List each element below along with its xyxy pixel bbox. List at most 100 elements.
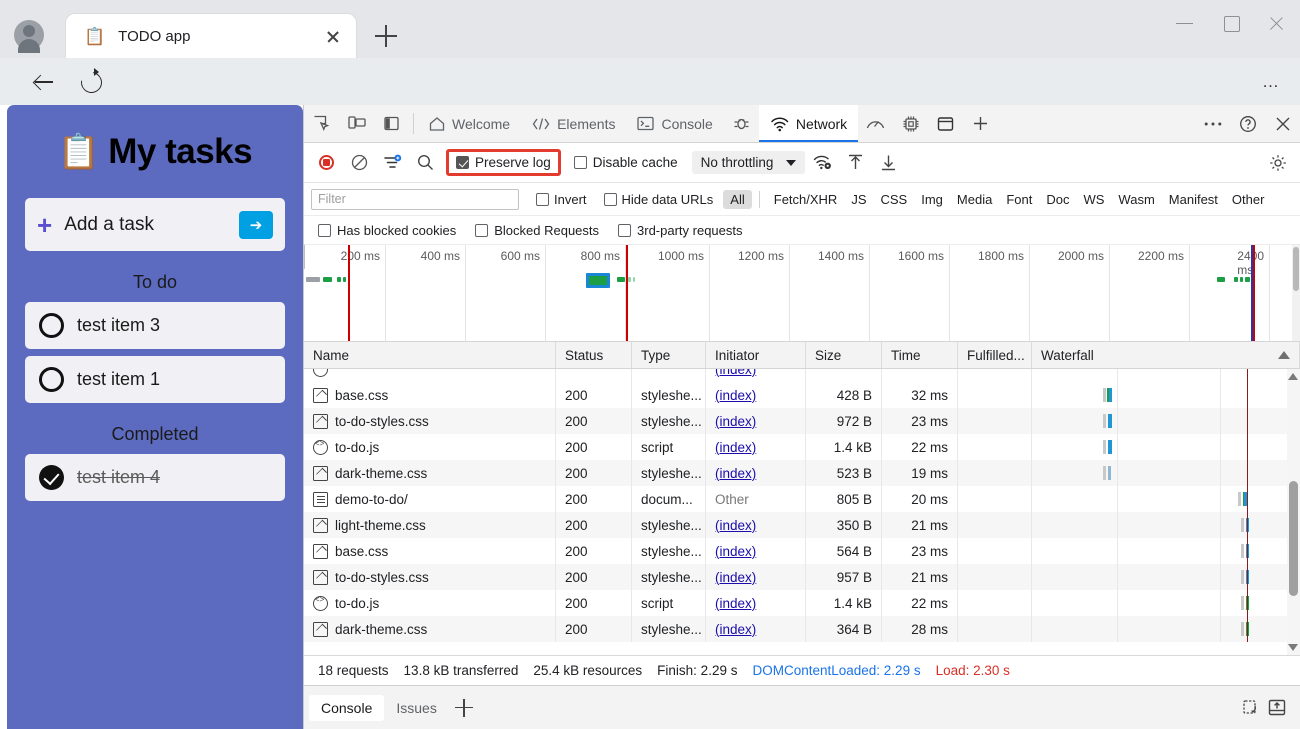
type-filter-css[interactable]: CSS	[874, 190, 915, 209]
type-filter-font[interactable]: Font	[999, 190, 1039, 209]
request-initiator[interactable]: (index)	[715, 440, 756, 455]
preserve-log-checkbox[interactable]: Preserve log	[446, 149, 561, 176]
request-initiator[interactable]: (index)	[715, 596, 756, 611]
more-tools-icon[interactable]	[1195, 121, 1230, 127]
filter-icon[interactable]	[377, 148, 408, 178]
record-icon[interactable]	[311, 148, 342, 178]
column-header-fulfilled[interactable]: Fulfilled...	[958, 342, 1032, 368]
table-row[interactable]: dark-theme.css 200 styleshe... (index) 5…	[304, 460, 1300, 486]
add-task-submit-button[interactable]: ➔	[239, 210, 273, 239]
memory-icon[interactable]	[893, 105, 928, 142]
export-har-icon[interactable]	[873, 148, 904, 178]
issues-bug-icon[interactable]	[724, 105, 759, 142]
scrollbar-thumb[interactable]	[1289, 481, 1298, 596]
table-row[interactable]: to-do.js 200 script (index) 1.4 kB 22 ms	[304, 590, 1300, 616]
browser-tab[interactable]: 📋 TODO app	[66, 14, 356, 58]
table-row[interactable]: to-do-styles.css 200 styleshe... (index)…	[304, 408, 1300, 434]
list-item[interactable]: test item 1	[25, 356, 285, 403]
column-header-size[interactable]: Size	[806, 342, 882, 368]
checkbox-icon[interactable]	[618, 223, 632, 237]
application-icon[interactable]	[928, 105, 963, 142]
checkbox-icon[interactable]	[573, 156, 587, 169]
dock-side-icon[interactable]	[374, 105, 409, 142]
table-body[interactable]: (index) base.c	[304, 369, 1300, 655]
add-task-field[interactable]: + Add a task ➔	[25, 198, 285, 251]
import-har-icon[interactable]	[840, 148, 871, 178]
column-header-waterfall[interactable]: Waterfall	[1032, 342, 1300, 368]
tab-elements[interactable]: Elements	[521, 105, 626, 142]
type-filter-ws[interactable]: WS	[1076, 190, 1111, 209]
type-filter-all[interactable]: All	[723, 189, 752, 209]
third-party-requests-checkbox[interactable]: 3rd-party requests	[618, 223, 743, 238]
table-row[interactable]: to-do.js 200 script (index) 1.4 kB 22 ms	[304, 434, 1300, 460]
request-initiator[interactable]: (index)	[715, 622, 756, 637]
new-tab-button[interactable]	[372, 22, 400, 50]
type-filter-doc[interactable]: Doc	[1039, 190, 1076, 209]
checkbox-icon[interactable]	[318, 223, 331, 237]
overview-scrollbar[interactable]	[1292, 245, 1300, 341]
drawer-tab-issues[interactable]: Issues	[384, 695, 448, 721]
type-filter-fetch-xhr[interactable]: Fetch/XHR	[767, 190, 845, 209]
add-panel-button[interactable]	[963, 105, 998, 142]
checkbox-icon[interactable]	[456, 156, 469, 169]
checkbox-icon[interactable]	[475, 223, 489, 237]
tab-network[interactable]: Network	[758, 105, 859, 142]
column-header-status[interactable]: Status	[556, 342, 632, 368]
table-row[interactable]: dark-theme.css 200 styleshe... (index) 3…	[304, 616, 1300, 642]
request-initiator[interactable]: (index)	[715, 466, 756, 481]
network-conditions-icon[interactable]	[807, 148, 838, 178]
scroll-up-icon[interactable]	[1288, 371, 1299, 382]
maximize-icon[interactable]	[1208, 0, 1254, 46]
performance-icon[interactable]	[858, 105, 893, 142]
request-initiator[interactable]: (index)	[715, 544, 756, 559]
list-item[interactable]: test item 4	[25, 454, 285, 501]
checkmark-icon[interactable]	[39, 465, 64, 490]
scroll-down-icon[interactable]	[1288, 642, 1299, 653]
throttling-dropdown[interactable]: No throttling	[691, 151, 806, 174]
blocked-requests-checkbox[interactable]: Blocked Requests	[475, 223, 599, 238]
clear-icon[interactable]	[344, 148, 375, 178]
table-row[interactable]: (index)	[304, 369, 1300, 382]
inspect-element-icon[interactable]	[304, 105, 339, 142]
type-filter-media[interactable]: Media	[950, 190, 999, 209]
type-filter-manifest[interactable]: Manifest	[1162, 190, 1225, 209]
console-settings-icon[interactable]	[1242, 698, 1263, 717]
column-header-type[interactable]: Type	[632, 342, 706, 368]
tab-welcome[interactable]: Welcome	[418, 105, 521, 142]
gear-icon[interactable]	[1262, 148, 1293, 178]
network-overview-timeline[interactable]: 200 ms 400 ms 600 ms 800 ms 1000 ms 1200…	[304, 245, 1300, 342]
type-filter-wasm[interactable]: Wasm	[1111, 190, 1161, 209]
table-row[interactable]: light-theme.css 200 styleshe... (index) …	[304, 512, 1300, 538]
checkbox-icon[interactable]	[536, 192, 549, 206]
close-icon[interactable]	[320, 23, 346, 49]
column-header-time[interactable]: Time	[882, 342, 958, 368]
has-blocked-cookies-checkbox[interactable]: Has blocked cookies	[318, 223, 456, 238]
search-icon[interactable]	[410, 148, 441, 178]
request-initiator[interactable]: (index)	[715, 388, 756, 403]
dock-drawer-icon[interactable]	[1267, 698, 1287, 717]
back-button[interactable]	[26, 65, 60, 99]
request-initiator[interactable]: (index)	[715, 414, 756, 429]
minimize-icon[interactable]	[1162, 0, 1208, 46]
drawer-add-tab-button[interactable]	[449, 693, 479, 723]
checkbox-icon[interactable]	[603, 192, 617, 206]
type-filter-other[interactable]: Other	[1225, 190, 1272, 209]
reload-icon[interactable]	[74, 65, 108, 99]
table-row[interactable]: base.css 200 styleshe... (index) 564 B 2…	[304, 538, 1300, 564]
checkbox-icon[interactable]	[39, 367, 64, 392]
column-header-initiator[interactable]: Initiator	[706, 342, 806, 368]
hide-data-urls-checkbox[interactable]: Hide data URLs	[603, 192, 713, 207]
table-row[interactable]: base.css 200 styleshe... (index) 428 B 3…	[304, 382, 1300, 408]
table-row[interactable]: to-do-styles.css 200 styleshe... (index)…	[304, 564, 1300, 590]
column-header-name[interactable]: Name	[304, 342, 556, 368]
device-toolbar-icon[interactable]	[339, 105, 374, 142]
invert-checkbox[interactable]: Invert	[536, 192, 587, 207]
close-icon[interactable]	[1254, 0, 1300, 46]
browser-more-button[interactable]: …	[1262, 72, 1280, 92]
type-filter-js[interactable]: JS	[844, 190, 873, 209]
close-devtools-icon[interactable]	[1265, 116, 1300, 132]
table-row[interactable]: demo-to-do/ 200 docum... Other 805 B 20 …	[304, 486, 1300, 512]
type-filter-img[interactable]: Img	[914, 190, 950, 209]
checkbox-icon[interactable]	[39, 313, 64, 338]
help-icon[interactable]	[1230, 115, 1265, 133]
